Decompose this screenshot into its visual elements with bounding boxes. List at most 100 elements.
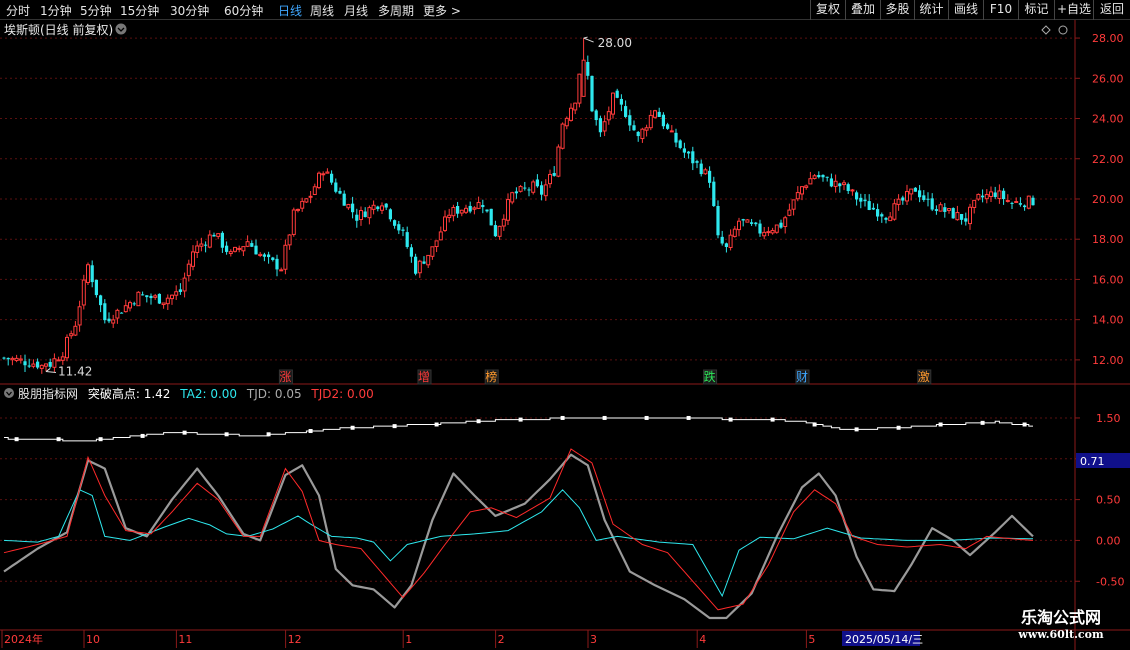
candle-body-up (165, 297, 170, 305)
tab-timeframe-7[interactable]: 周线 (310, 2, 334, 19)
candle-body-up (501, 218, 506, 227)
candle-body-up (976, 193, 981, 200)
candle-body-up (850, 189, 855, 192)
candle-body-down (178, 289, 182, 292)
candle-body-up (648, 114, 653, 129)
candle-body-down (695, 161, 699, 163)
diamond-icon[interactable] (1041, 25, 1051, 35)
candle-body-down (393, 220, 397, 226)
candle-body-up (233, 246, 237, 252)
candle-body-up (556, 146, 561, 177)
candle-body-up (60, 356, 65, 361)
breakout-node (980, 420, 985, 425)
candle-body-up (968, 206, 972, 225)
circle-icon[interactable] (1058, 25, 1068, 35)
candle-body-down (120, 312, 124, 314)
candle-body-down (628, 115, 632, 126)
candle-body-up (346, 203, 351, 209)
breakout-node (266, 432, 271, 437)
candle-body-up (312, 186, 317, 195)
breakout-node (728, 417, 733, 422)
toolbar-button-3[interactable]: 统计 (914, 0, 948, 20)
candle-body-up (438, 231, 443, 241)
tab-timeframe-6[interactable]: 日线 (278, 2, 302, 19)
toolbar-button-4[interactable]: 画线 (948, 0, 983, 20)
tab-timeframe-1[interactable]: 1分钟 (40, 2, 72, 19)
candle-body-down (674, 132, 678, 143)
candle-body-down (94, 279, 98, 296)
series-tjd (3, 453, 1034, 620)
candle-body-down (1010, 202, 1014, 204)
selected-date: 2025/05/14/三 (845, 633, 923, 646)
candle-body-up (153, 295, 158, 298)
candle-body-up (1014, 201, 1019, 204)
candle-body-up (548, 173, 552, 185)
legend-ta2: TA2: 0.00 (179, 387, 237, 401)
tab-timeframe-10[interactable]: 更多 > (423, 2, 461, 19)
candle-body-up (111, 319, 116, 324)
indicator-axis: 1.501.000.500.00-0.50 (1075, 412, 1124, 588)
toolbar-button-1[interactable]: 叠加 (845, 0, 880, 20)
tab-timeframe-5[interactable]: 60分钟 (224, 2, 263, 19)
candle-body-up (896, 198, 901, 205)
indicator-tick-label: 1.50 (1096, 412, 1121, 425)
tab-timeframe-4[interactable]: 30分钟 (170, 2, 209, 19)
watermark-line1: 乐淘公式网 (1020, 608, 1101, 627)
candle-body-up (892, 203, 897, 220)
indicator-tick-label: -0.50 (1096, 575, 1124, 588)
candle-body-down (741, 219, 745, 221)
candle-body-down (691, 151, 695, 164)
candle-body-down (422, 261, 426, 264)
candle-body-down (829, 178, 833, 187)
date-label: 11 (178, 633, 192, 646)
event-marker-label: 激 (918, 370, 930, 384)
candle-body-down (351, 203, 355, 213)
breakout-node (140, 433, 145, 438)
candle-body-up (287, 234, 292, 246)
price-axis: 28.00 26.00 24.00 22.00 20.00 18.00 16.00 14.00… (1075, 32, 1124, 367)
breakout-node (602, 415, 607, 420)
indicator-grid (0, 417, 1075, 582)
toolbar-button-2[interactable]: 多股 (880, 0, 914, 20)
tab-timeframe-3[interactable]: 15分钟 (120, 2, 159, 19)
indicator-series (3, 415, 1034, 620)
tab-timeframe-0[interactable]: 分时 (6, 2, 30, 19)
candle-body-up (560, 123, 565, 149)
candle-body-down (149, 295, 153, 299)
candle-body-up (69, 333, 74, 337)
candle-body-down (334, 182, 338, 192)
candle-body-up (199, 243, 204, 247)
candle-body-down (846, 184, 850, 191)
toolbar-button-5[interactable]: F10 (983, 0, 1018, 20)
candle-body-down (481, 204, 485, 208)
tab-timeframe-9[interactable]: 多周期 (378, 2, 414, 19)
toolbar-button-8[interactable]: 返回 (1093, 0, 1130, 20)
candle-body-up (321, 173, 326, 176)
candle-body-up (543, 184, 548, 197)
toolbar-button-7[interactable]: +自选 (1054, 0, 1093, 20)
title-dropdown-icon[interactable] (115, 23, 127, 35)
candle-body-down (157, 293, 161, 304)
candle-body-down (636, 131, 640, 137)
toolbar-button-6[interactable]: 标记 (1018, 0, 1054, 20)
indicator-dropdown-icon[interactable] (4, 388, 14, 398)
candle-body-up (955, 212, 960, 221)
tab-timeframe-8[interactable]: 月线 (344, 2, 368, 19)
price-tick-label: 16.00 (1092, 273, 1124, 286)
breakout-node (644, 415, 649, 420)
high-label: 28.00 (598, 36, 632, 50)
candle-body-up (182, 277, 187, 292)
candle-body-up (191, 251, 195, 267)
candle-body-down (330, 173, 334, 183)
breakout-node (308, 429, 313, 434)
event-marker-label: 榜 (485, 369, 497, 384)
candle-body-up (476, 202, 481, 209)
toolbar-button-0[interactable]: 复权 (810, 0, 845, 20)
candle-body-down (99, 295, 103, 306)
watermark-line2: www.60lt.com (1018, 628, 1104, 641)
candle-body-up (371, 204, 376, 210)
tab-timeframe-2[interactable]: 5分钟 (80, 2, 112, 19)
candle-body-up (800, 186, 804, 195)
candle-body-up (602, 121, 607, 132)
candle-body-down (859, 197, 863, 202)
